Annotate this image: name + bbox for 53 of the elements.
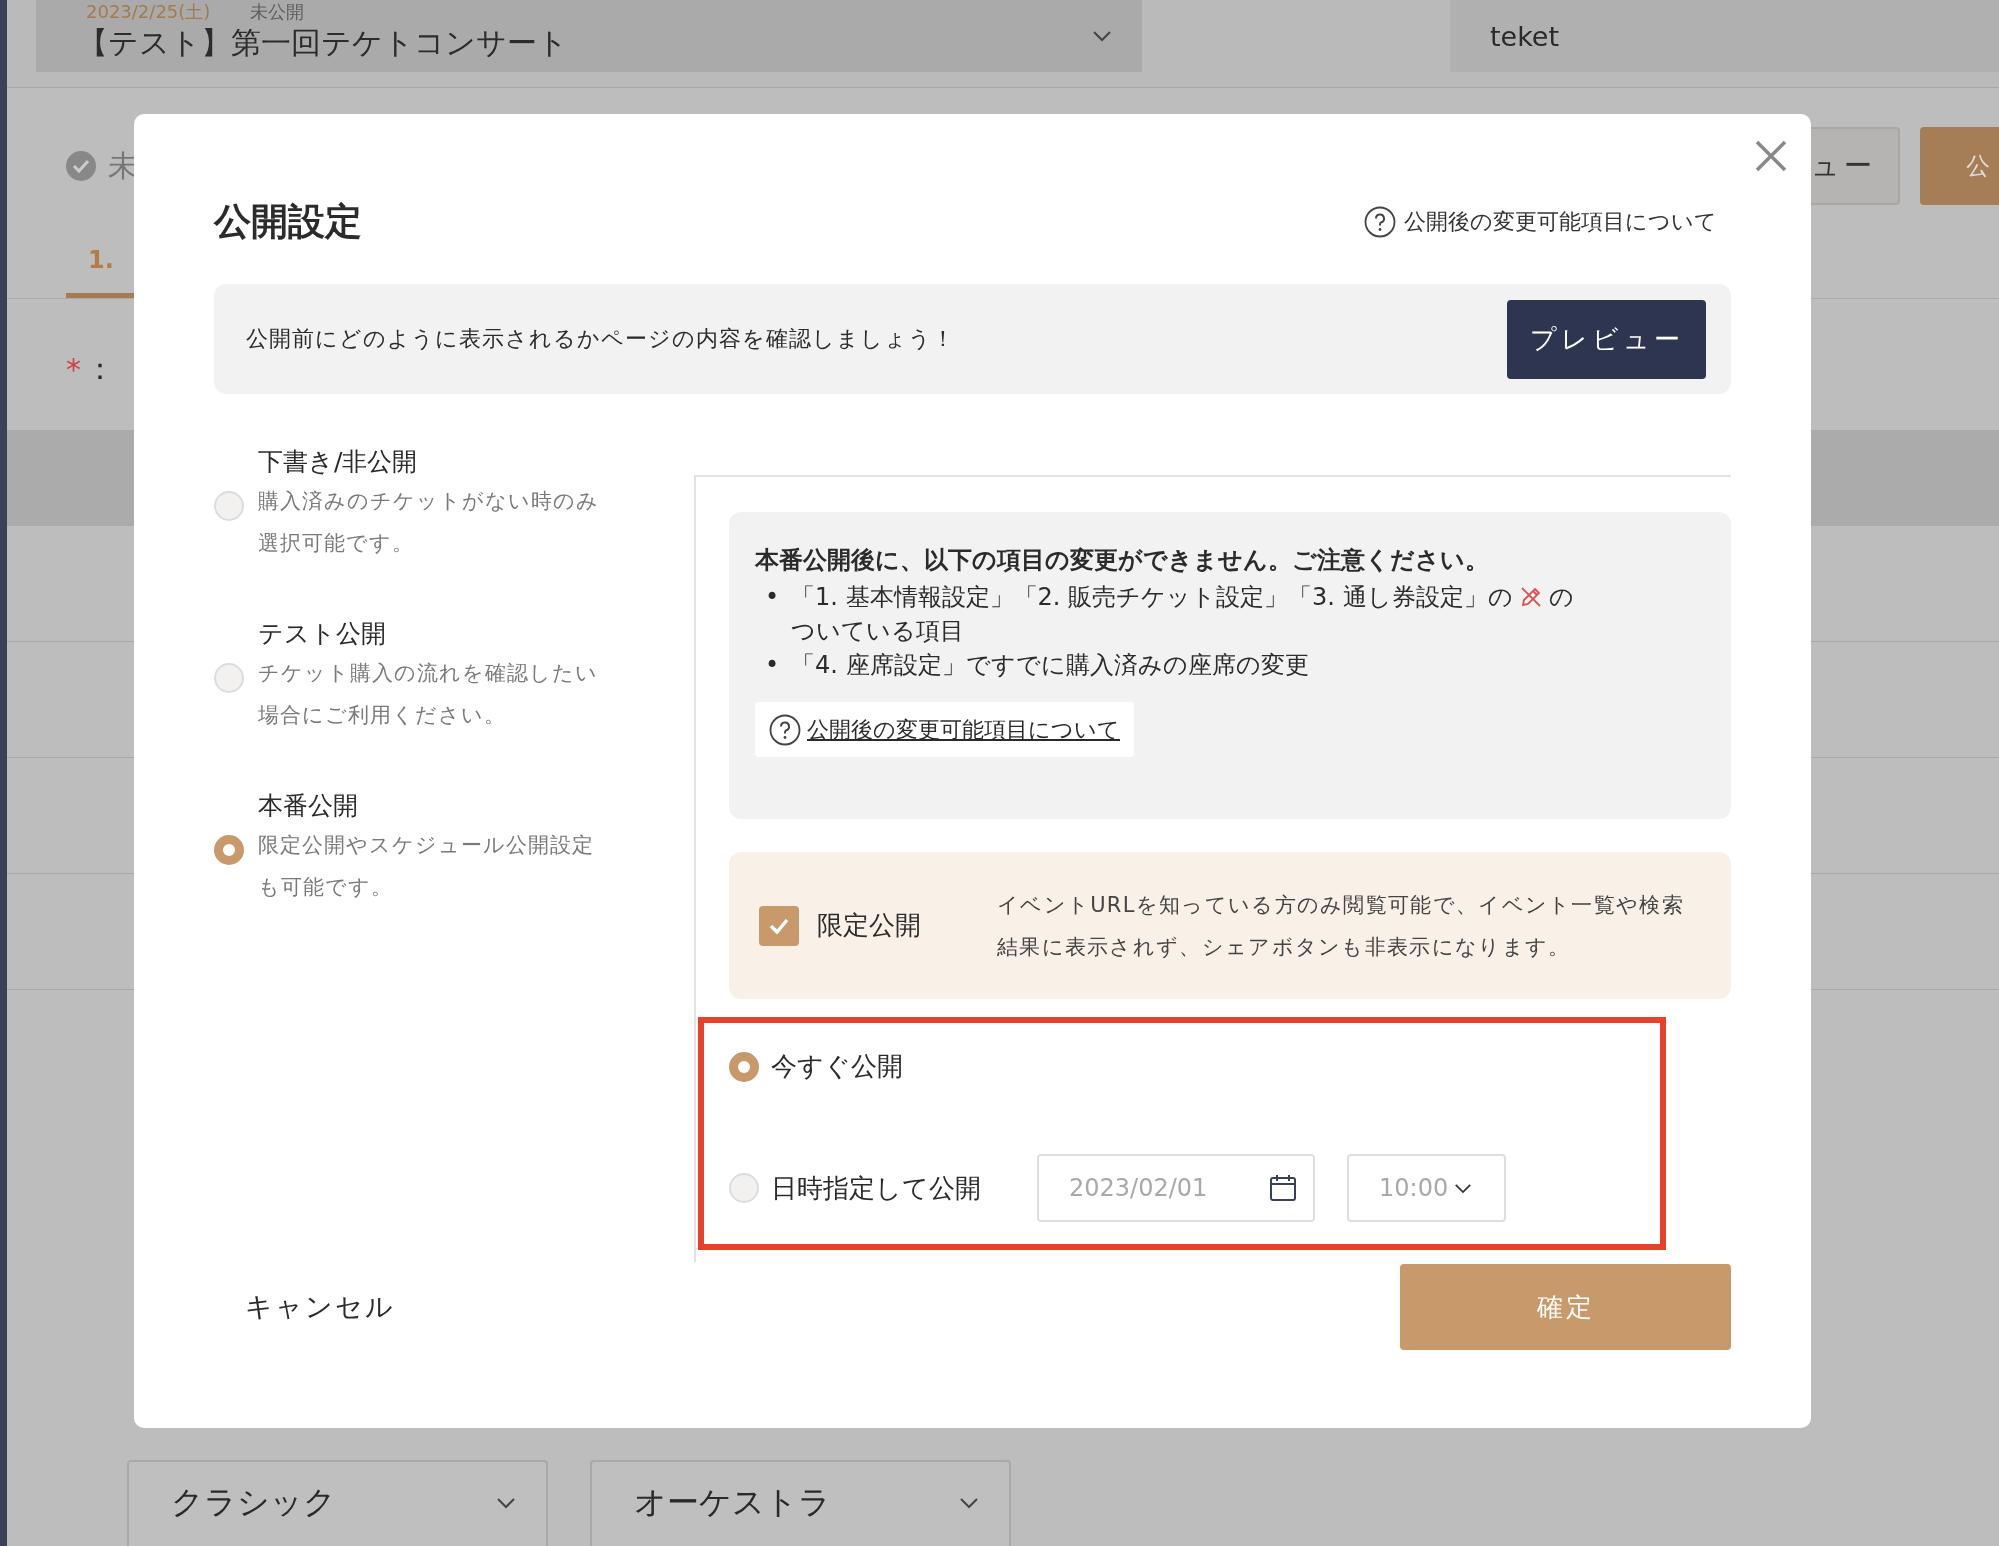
chevron-down-icon bbox=[1454, 1182, 1473, 1194]
cancel-button[interactable]: キャンセル bbox=[245, 1289, 395, 1325]
status-label: 未 bbox=[108, 146, 138, 185]
bullet: • bbox=[765, 582, 781, 613]
event-select[interactable]: 2023/2/25(土) 未公開 【テスト】第一回テケトコンサート bbox=[36, 0, 1142, 72]
close-button[interactable] bbox=[1753, 138, 1789, 174]
list-item-text: の bbox=[1548, 582, 1574, 613]
bullet: • bbox=[765, 650, 781, 681]
required-legend: ： bbox=[85, 349, 115, 390]
list-item-text: 「1. 基本情報設定」「2. 販売チケット設定」「3. 通し券設定」の bbox=[791, 582, 1513, 613]
radio-button[interactable] bbox=[214, 835, 244, 865]
required-mark: * bbox=[66, 352, 81, 387]
option-label: テスト公開 bbox=[258, 618, 387, 650]
list-item-text: 「4. 座席設定」ですでに購入済みの座席の変更 bbox=[791, 650, 1309, 681]
select-value: クラシック bbox=[171, 1482, 336, 1523]
category-select[interactable]: オーケストラ bbox=[590, 1460, 1011, 1546]
chevron-down-icon bbox=[1092, 30, 1112, 42]
preview-button[interactable]: ュー bbox=[1810, 127, 1900, 205]
dialog-title: 公開設定 bbox=[214, 199, 362, 245]
checkbox[interactable] bbox=[759, 905, 799, 946]
event-date: 2023/2/25(土) bbox=[86, 0, 211, 23]
option-label: 下書き/非公開 bbox=[258, 446, 419, 478]
chevron-down-icon bbox=[959, 1497, 979, 1509]
preview-button[interactable]: プレビュー bbox=[1507, 299, 1706, 379]
event-status: 未公開 bbox=[250, 0, 305, 23]
help-icon bbox=[769, 713, 801, 746]
radio-button[interactable] bbox=[729, 1173, 759, 1203]
checkbox-label: 限定公開 bbox=[817, 909, 922, 942]
option-label: 今すぐ公開 bbox=[771, 1050, 903, 1083]
list-item-text: ついている項目 bbox=[791, 616, 965, 647]
preview-notice: 公開前にどのように表示されるかページの内容を確認しましょう！ bbox=[246, 325, 955, 353]
select-value: オーケストラ bbox=[634, 1482, 831, 1523]
option-label: 本番公開 bbox=[258, 790, 359, 822]
option-description: チケット購入の流れを確認したい場合にご利用ください。 bbox=[258, 660, 599, 729]
warning-heading: 本番公開後に、以下の項目の変更ができません。ご注意ください。 bbox=[755, 545, 1490, 576]
option-description: 限定公開やスケジュール公開設定も可能です。 bbox=[258, 832, 595, 901]
category-select[interactable]: クラシック bbox=[127, 1460, 548, 1546]
check-circle-icon bbox=[66, 151, 96, 181]
time-value: 10:00 bbox=[1379, 1174, 1449, 1202]
radio-button[interactable] bbox=[214, 491, 244, 521]
calendar-icon bbox=[1267, 1172, 1299, 1204]
limited-description: イベントURLを知っている方のみ閲覧可能で、イベント一覧や検索結果に表示されず、シェアボタンも非表示になります。 bbox=[997, 891, 1685, 961]
radio-button[interactable] bbox=[214, 663, 244, 693]
date-value: 2023/02/01 bbox=[1069, 1174, 1208, 1202]
pencil-cross-icon bbox=[1518, 585, 1543, 609]
radio-button[interactable] bbox=[729, 1051, 759, 1082]
option-label: 日時指定して公開 bbox=[771, 1171, 981, 1205]
chevron-down-icon bbox=[496, 1497, 516, 1509]
help-link[interactable]: 公開後の変更可能項目について bbox=[1404, 207, 1717, 237]
account-field[interactable]: teket bbox=[1450, 0, 1999, 72]
help-icon bbox=[1364, 206, 1396, 238]
option-description: 購入済みのチケットがない時のみ選択可能です。 bbox=[258, 488, 600, 557]
event-title: 【テスト】第一回テケトコンサート bbox=[78, 23, 568, 62]
